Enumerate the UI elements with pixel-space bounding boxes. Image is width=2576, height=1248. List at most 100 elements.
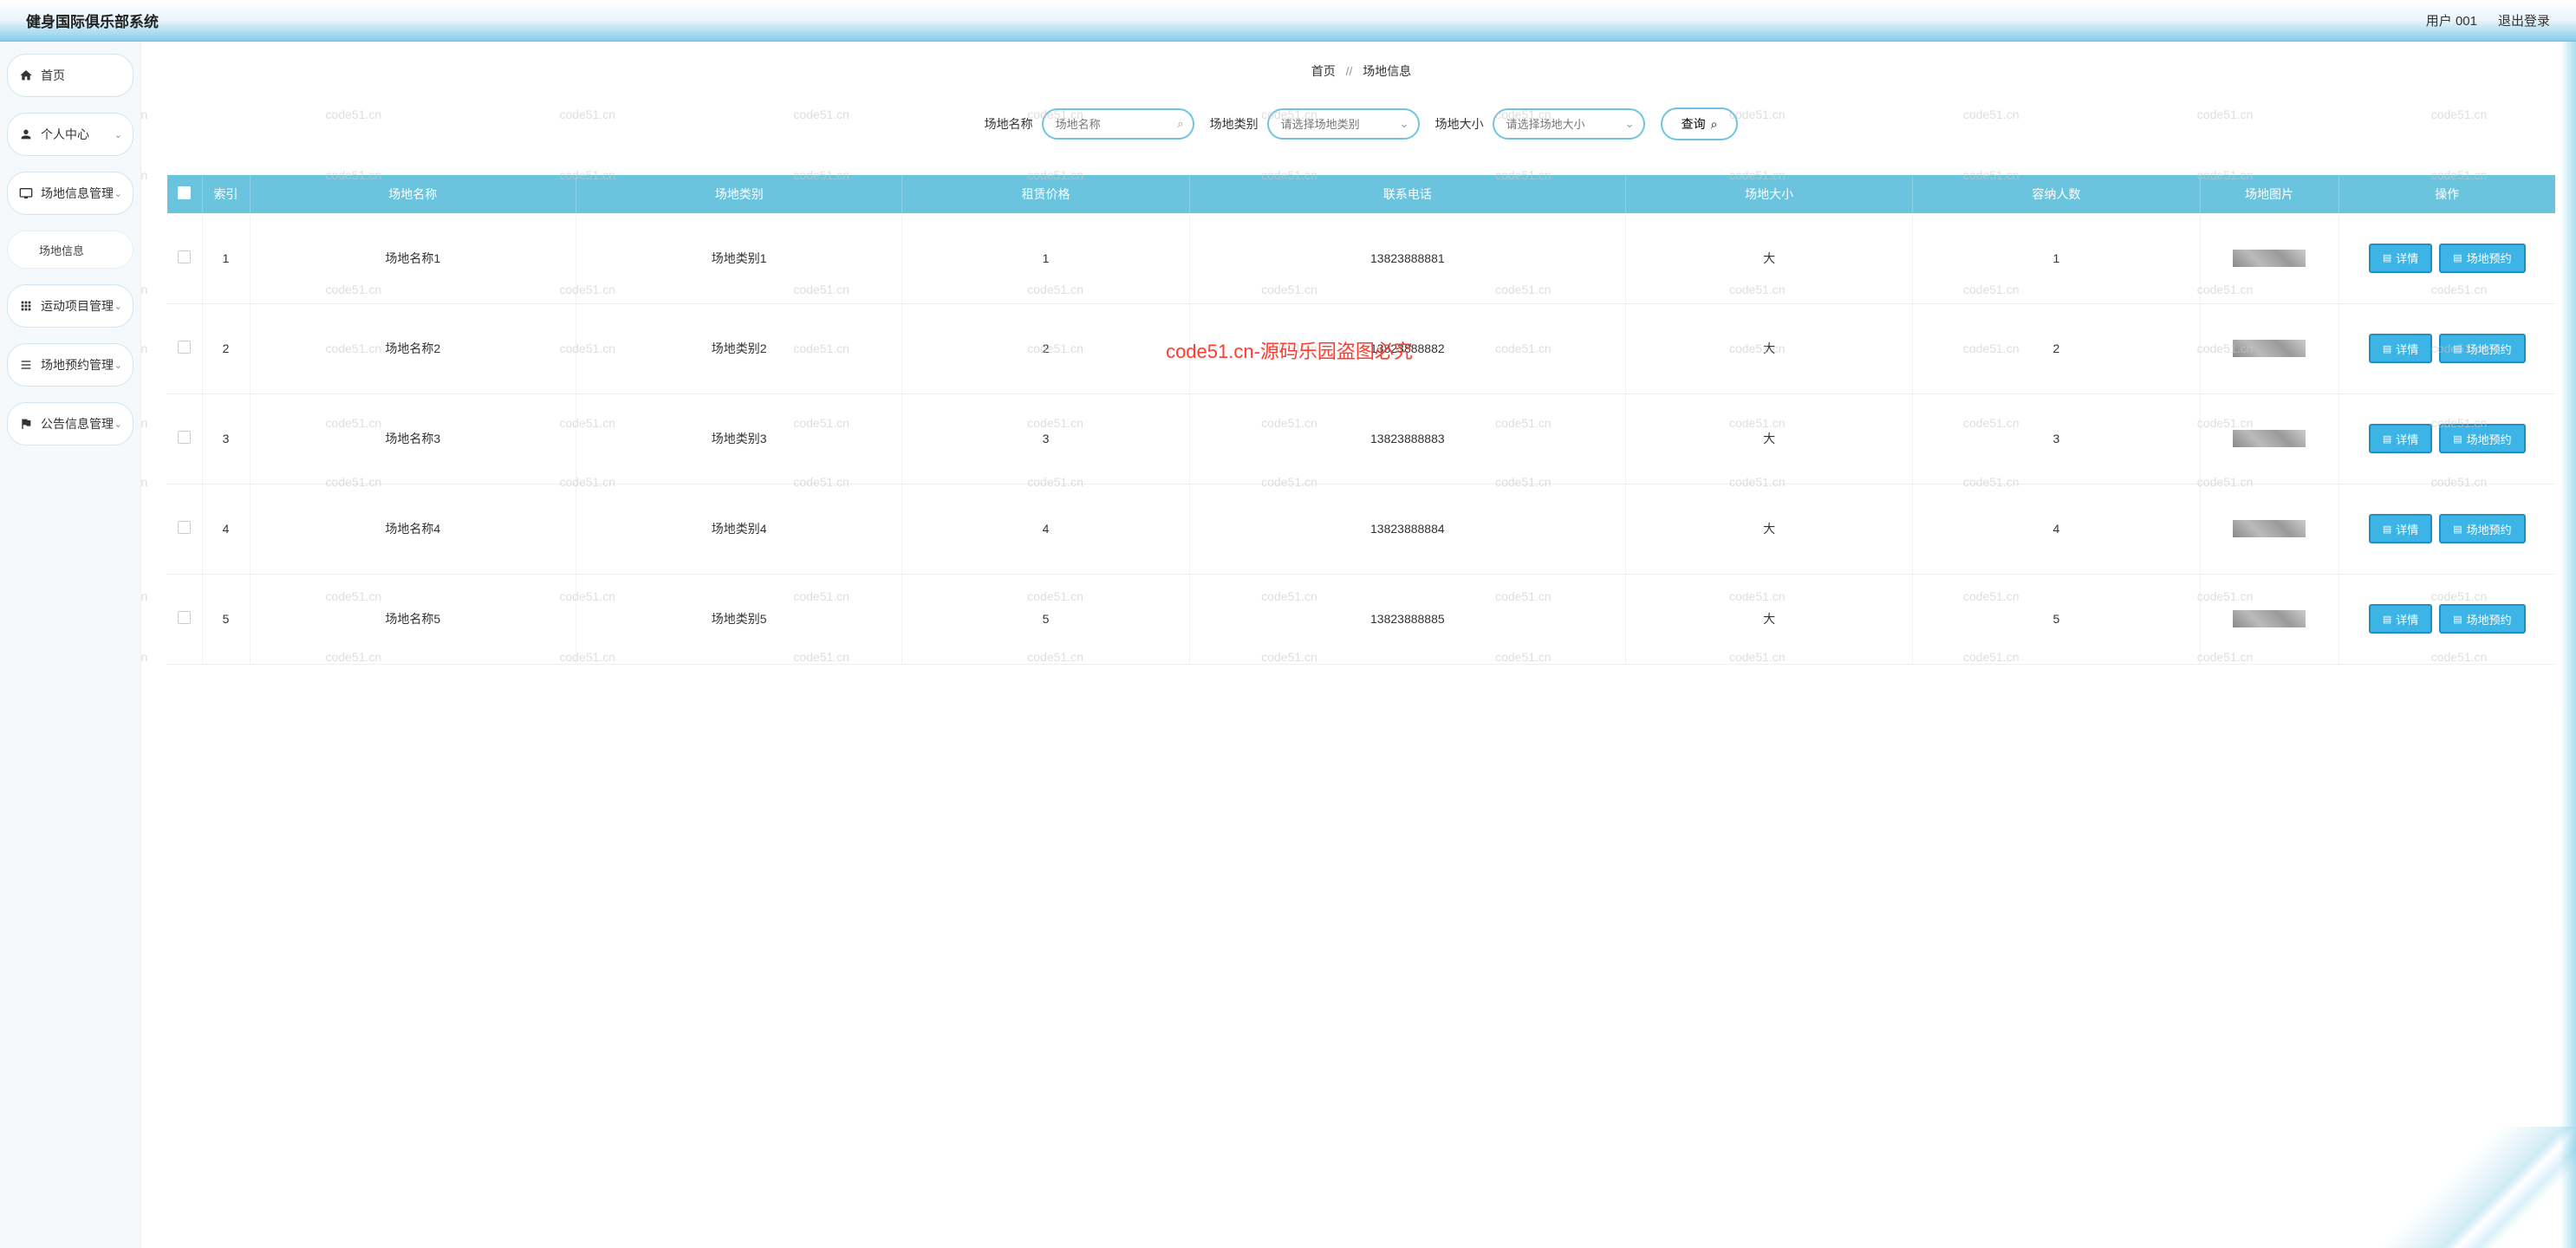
watermark-text: code51.cn	[141, 475, 147, 489]
reserve-button[interactable]: ▤场地预约	[2439, 424, 2525, 453]
cell-index: 5	[202, 574, 250, 664]
cell-price: 3	[902, 393, 1189, 484]
watermark-text: code51.cn	[141, 283, 147, 296]
row-checkbox[interactable]	[178, 250, 191, 263]
venue-image	[2233, 430, 2306, 447]
main-content: code51.cn code51.cn code51.cn code51.cn code…	[141, 42, 2576, 1248]
cell-type: 场地类别3	[576, 393, 901, 484]
row-checkbox[interactable]	[178, 431, 191, 444]
right-decoration	[2560, 42, 2576, 1248]
venue-image	[2233, 520, 2306, 537]
breadcrumb-separator: //	[1346, 64, 1353, 78]
grid-icon	[18, 298, 34, 314]
query-button[interactable]: 查询 ⌕	[1661, 107, 1739, 140]
detail-button[interactable]: ▤详情	[2369, 514, 2432, 543]
search-size-select[interactable]	[1493, 108, 1645, 140]
cell-action: ▤详情▤场地预约	[2339, 213, 2555, 303]
table-row: 2场地名称2场地类别2213823888882大2▤详情▤场地预约	[167, 303, 2555, 393]
cell-action: ▤详情▤场地预约	[2339, 303, 2555, 393]
cell-price: 2	[902, 303, 1189, 393]
reserve-button[interactable]: ▤场地预约	[2439, 604, 2525, 634]
cell-phone: 13823888882	[1189, 303, 1625, 393]
sidebar-item-personal[interactable]: 个人中心 ⌄	[7, 113, 133, 156]
cell-action: ▤详情▤场地预约	[2339, 574, 2555, 664]
sidebar-item-reserve-mgmt[interactable]: 场地预约管理 ⌄	[7, 343, 133, 387]
watermark-text: code51.cn	[141, 341, 147, 355]
chevron-down-icon: ⌄	[1400, 117, 1409, 131]
search-type-select[interactable]	[1267, 108, 1420, 140]
doc-icon: ▤	[2453, 252, 2462, 263]
logout-link[interactable]: 退出登录	[2498, 11, 2550, 29]
cell-index: 1	[202, 213, 250, 303]
col-action: 操作	[2339, 175, 2555, 213]
cell-price: 5	[902, 574, 1189, 664]
table-row: 1场地名称1场地类别1113823888881大1▤详情▤场地预约	[167, 213, 2555, 303]
cell-capacity: 3	[1913, 393, 2200, 484]
detail-button[interactable]: ▤详情	[2369, 424, 2432, 453]
cell-phone: 13823888881	[1189, 213, 1625, 303]
cell-capacity: 1	[1913, 213, 2200, 303]
doc-icon: ▤	[2383, 252, 2391, 263]
reserve-button[interactable]: ▤场地预约	[2439, 334, 2525, 363]
doc-icon: ▤	[2383, 343, 2391, 354]
detail-button[interactable]: ▤详情	[2369, 244, 2432, 273]
list-icon	[18, 357, 34, 373]
row-checkbox[interactable]	[178, 611, 191, 624]
search-size-label: 场地大小	[1435, 115, 1484, 133]
sidebar-item-notice-mgmt[interactable]: 公告信息管理 ⌄	[7, 402, 133, 445]
cell-image	[2200, 303, 2339, 393]
watermark-text: code51.cn	[141, 650, 147, 664]
app-title: 健身国际俱乐部系统	[26, 10, 159, 31]
col-size: 场地大小	[1626, 175, 1913, 213]
cell-phone: 13823888885	[1189, 574, 1625, 664]
table-row: 4场地名称4场地类别4413823888884大4▤详情▤场地预约	[167, 484, 2555, 574]
doc-icon: ▤	[2383, 433, 2391, 445]
venue-image	[2233, 250, 2306, 267]
cell-image	[2200, 484, 2339, 574]
cell-type: 场地类别5	[576, 574, 901, 664]
sidebar-item-home[interactable]: 首页	[7, 54, 133, 97]
reserve-button[interactable]: ▤场地预约	[2439, 244, 2525, 273]
chevron-down-icon: ⌄	[114, 360, 122, 371]
breadcrumb-current: 场地信息	[1363, 64, 1411, 78]
chevron-down-icon: ⌄	[1625, 117, 1635, 131]
detail-button[interactable]: ▤详情	[2369, 604, 2432, 634]
doc-icon: ▤	[2383, 523, 2391, 535]
chevron-down-icon: ⌄	[114, 129, 122, 140]
cell-name: 场地名称1	[250, 213, 576, 303]
sidebar-item-label: 运动项目管理	[41, 297, 114, 315]
search-name-label: 场地名称	[985, 115, 1033, 133]
select-all-checkbox[interactable]	[178, 186, 191, 199]
chevron-down-icon: ⌄	[114, 419, 122, 430]
row-checkbox[interactable]	[178, 341, 191, 354]
sidebar-item-venue-mgmt[interactable]: 场地信息管理 ⌄	[7, 172, 133, 215]
cell-index: 2	[202, 303, 250, 393]
cell-price: 4	[902, 484, 1189, 574]
chevron-down-icon: ⌄	[114, 188, 122, 199]
doc-icon: ▤	[2453, 614, 2462, 625]
cell-action: ▤详情▤场地预约	[2339, 393, 2555, 484]
cell-phone: 13823888883	[1189, 393, 1625, 484]
sidebar-item-label: 场地预约管理	[41, 356, 114, 374]
cell-image	[2200, 393, 2339, 484]
user-label[interactable]: 用户 001	[2426, 11, 2477, 29]
cell-capacity: 2	[1913, 303, 2200, 393]
cell-name: 场地名称4	[250, 484, 576, 574]
breadcrumb-home[interactable]: 首页	[1311, 64, 1336, 78]
user-icon	[18, 127, 34, 142]
reserve-button[interactable]: ▤场地预约	[2439, 514, 2525, 543]
search-type-label: 场地类别	[1210, 115, 1259, 133]
breadcrumb: 首页 // 场地信息	[167, 42, 2555, 107]
sidebar-sub-venue-info[interactable]: 场地信息	[7, 231, 133, 269]
venue-image	[2233, 610, 2306, 627]
search-name-input[interactable]	[1042, 108, 1194, 140]
cell-capacity: 4	[1913, 484, 2200, 574]
sidebar-item-sport-mgmt[interactable]: 运动项目管理 ⌄	[7, 284, 133, 328]
cell-size: 大	[1626, 484, 1913, 574]
table-row: 5场地名称5场地类别5513823888885大5▤详情▤场地预约	[167, 574, 2555, 664]
monitor-icon	[18, 185, 34, 201]
detail-button[interactable]: ▤详情	[2369, 334, 2432, 363]
watermark-text: code51.cn	[141, 589, 147, 603]
sidebar: 首页 个人中心 ⌄ 场地信息管理 ⌄ 场地信息 运动项目管理 ⌄ 场地预约管理 …	[0, 42, 141, 1248]
row-checkbox[interactable]	[178, 521, 191, 534]
